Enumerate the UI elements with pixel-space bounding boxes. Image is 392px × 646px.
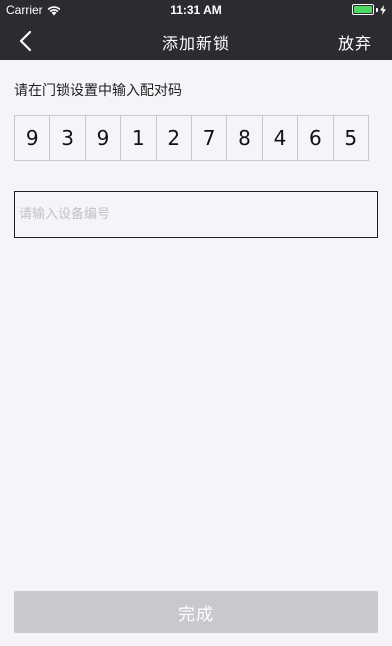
pair-code-digit: 6	[297, 115, 334, 161]
pair-code-digit: 5	[332, 115, 369, 161]
page-title: 添加新锁	[161, 34, 230, 53]
battery-tip	[376, 7, 378, 12]
pair-code-digit: 3	[49, 115, 86, 161]
charging-bolt-icon	[380, 4, 386, 15]
navigation-bar: 添加新锁 放弃	[0, 20, 392, 60]
pairing-instruction: 请在门锁设置中输入配对码	[14, 83, 182, 99]
pair-code-digit: 8	[226, 115, 263, 161]
pair-code-digit: 1	[120, 115, 157, 161]
pair-code-digit: 4	[261, 115, 299, 161]
abandon-button[interactable]: 放弃	[338, 30, 372, 54]
pair-code-digit: 7	[190, 115, 228, 161]
battery-icon	[352, 4, 374, 15]
done-button[interactable]: 完成	[14, 591, 378, 633]
battery-indicator	[352, 4, 386, 15]
battery-level	[354, 6, 372, 13]
status-time: 11:31 AM	[170, 3, 222, 17]
pair-code-row: 9 3 9 1 2 7 8 4 6 5	[14, 115, 378, 161]
status-bar: Carrier 11:31 AM	[0, 0, 392, 20]
pair-code-digit: 9	[14, 115, 51, 161]
device-number-input[interactable]	[14, 191, 378, 238]
pair-code-digit: 9	[84, 115, 122, 161]
pair-code-digit: 2	[155, 115, 192, 161]
